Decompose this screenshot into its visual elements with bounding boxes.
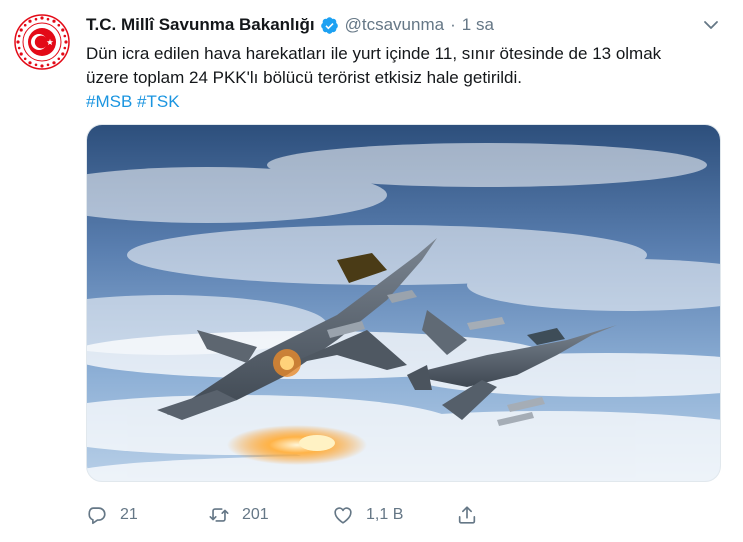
timestamp-link[interactable]: 1 sa — [462, 15, 494, 35]
tweet-text: Dün icra edilen hava harekatları ile yur… — [86, 42, 726, 90]
tweet-media-image[interactable] — [86, 124, 721, 482]
separator-dot: · — [450, 15, 456, 34]
retweet-count: 201 — [242, 506, 269, 523]
tweet-text-line: üzere toplam 24 PKK'lı bölücü terörist e… — [86, 68, 523, 87]
share-button[interactable] — [456, 500, 478, 530]
retweet-button[interactable]: 201 — [208, 500, 269, 530]
reply-icon — [88, 507, 106, 525]
tweet-header: T.C. Millî Savunma Bakanlığı @tcsavunma … — [86, 13, 726, 37]
like-count: 1,1 B — [366, 506, 404, 523]
chevron-down-icon[interactable] — [702, 17, 720, 33]
verified-badge-icon — [320, 16, 339, 35]
hashtags: #MSB #TSK — [86, 90, 180, 114]
hashtag-link[interactable]: #MSB — [86, 92, 132, 111]
tweet[interactable]: T.C. Millî Savunma Bakanlığı @tcsavunma … — [0, 0, 743, 542]
tweet-text-line: Dün icra edilen hava harekatları ile yur… — [86, 44, 662, 63]
fighter-jets-photo-icon — [87, 125, 720, 481]
retweet-icon — [209, 508, 229, 522]
reply-button[interactable]: 21 — [86, 500, 138, 530]
display-name[interactable]: T.C. Millî Savunma Bakanlığı — [86, 15, 315, 35]
share-icon — [458, 506, 476, 524]
msb-emblem-icon — [14, 14, 70, 70]
tweet-actions: 21 201 1,1 B — [86, 500, 726, 530]
like-button[interactable]: 1,1 B — [332, 500, 403, 530]
heart-icon — [334, 507, 352, 524]
reply-count: 21 — [120, 506, 138, 523]
avatar[interactable] — [13, 13, 71, 71]
hashtag-link[interactable]: #TSK — [137, 92, 180, 111]
handle[interactable]: @tcsavunma — [345, 15, 444, 35]
